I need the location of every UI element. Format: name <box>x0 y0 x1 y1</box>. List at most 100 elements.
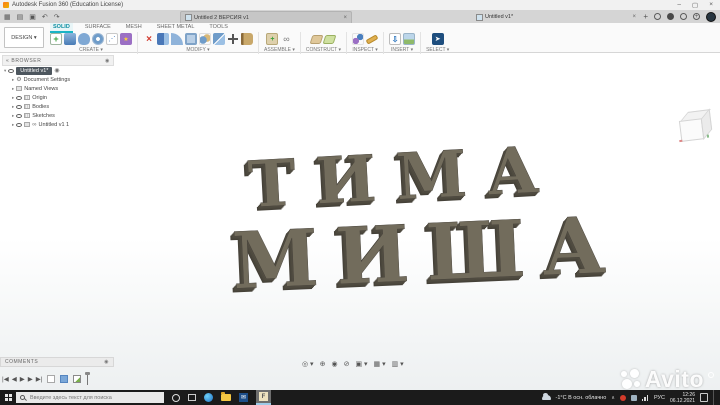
shell-icon[interactable] <box>185 33 197 45</box>
taskbar-clock[interactable]: 12:26 06.12.2021 <box>670 392 695 404</box>
viewports-icon[interactable]: ▥ ▾ <box>392 361 404 368</box>
timeline-feature-1[interactable] <box>47 375 56 383</box>
group-insert-label[interactable]: INSERT ▾ <box>391 47 413 53</box>
joint-icon[interactable]: ∞ <box>280 33 292 45</box>
group-create-label[interactable]: CREATE ▾ <box>79 47 103 53</box>
combine-icon[interactable] <box>199 33 211 45</box>
press-pull-icon[interactable] <box>157 33 169 45</box>
browser-collapse-icon[interactable]: « <box>6 58 9 64</box>
grid-snaps-icon[interactable]: ▦ ▾ <box>374 361 386 368</box>
appearance-icon[interactable] <box>241 33 253 45</box>
antivirus-tray-icon[interactable] <box>619 394 626 401</box>
browser-row-sketches[interactable]: ▸ Sketches <box>2 111 114 120</box>
browser-row-linked-component[interactable]: ▸ ∞ Untitled v1 1 <box>2 120 114 129</box>
visibility-eye-icon[interactable] <box>8 68 15 73</box>
group-select-label[interactable]: SELECT ▾ <box>426 47 449 53</box>
mail-app-icon[interactable]: ✉ <box>239 393 248 402</box>
zoom-icon[interactable]: ⊘ <box>344 361 350 368</box>
close-button[interactable]: × <box>709 1 713 9</box>
comments-expand-icon[interactable]: ◉ <box>104 359 109 365</box>
view-cube[interactable] <box>674 107 719 152</box>
delete-icon[interactable]: × <box>143 33 155 45</box>
tab-close-icon[interactable]: × <box>632 14 636 20</box>
fusion360-taskbar-button-active[interactable]: F <box>256 390 271 405</box>
group-inspect-label[interactable]: INSPECT ▾ <box>352 47 377 53</box>
redo-icon[interactable]: ↷ <box>54 13 60 21</box>
job-status-icon[interactable] <box>654 13 661 20</box>
orbit-icon[interactable]: ◎ ▾ <box>302 361 314 368</box>
create-sketch-icon[interactable]: + <box>50 33 62 45</box>
measure-icon[interactable] <box>352 33 365 45</box>
expand-icon[interactable]: ▸ <box>12 113 14 119</box>
expand-icon[interactable]: ▾ <box>4 68 6 74</box>
browser-root-row[interactable]: ▾ Untitled v1* ◉ <box>2 66 114 75</box>
document-tab-2-active[interactable]: Untitled v1* × <box>472 11 640 23</box>
timeline-step-forward-icon[interactable]: ▶ <box>28 375 33 383</box>
cortana-icon[interactable] <box>172 393 180 402</box>
undo-icon[interactable]: ↶ <box>42 13 48 21</box>
action-center-icon[interactable] <box>700 393 708 402</box>
weather-widget[interactable]: -1°C В осн. облачно <box>556 395 607 401</box>
3d-text-misha[interactable]: МИША <box>230 199 624 307</box>
timeline-step-back-icon[interactable]: ◀ <box>12 375 17 383</box>
group-modify-label[interactable]: MODIFY ▾ <box>186 47 209 53</box>
timeline-position-marker[interactable] <box>85 372 91 385</box>
language-indicator[interactable]: РУС <box>654 395 665 401</box>
look-at-icon[interactable]: ⊕ <box>320 361 326 368</box>
expand-icon[interactable]: ▸ <box>12 95 14 101</box>
timeline-feature-sketch[interactable] <box>73 375 82 383</box>
network-signal-icon[interactable] <box>641 394 649 401</box>
new-component-icon[interactable]: + <box>266 33 279 45</box>
browser-header[interactable]: « BROWSER ◉ <box>2 55 114 66</box>
task-view-icon[interactable] <box>188 394 196 401</box>
move-copy-icon[interactable] <box>227 33 239 45</box>
select-tool-icon[interactable]: ➤ <box>431 33 444 45</box>
visibility-eye-icon[interactable] <box>16 104 23 109</box>
expand-icon[interactable]: ▸ <box>12 86 14 92</box>
timeline-go-start-icon[interactable]: |◀ <box>2 375 9 383</box>
timeline-feature-2-selected[interactable] <box>60 375 69 383</box>
file-explorer-icon[interactable] <box>221 392 231 401</box>
notification-bell-icon[interactable] <box>680 13 687 20</box>
hidden-icons-chevron[interactable]: ∧ <box>611 395 615 401</box>
comments-bar[interactable]: COMMENTS ◉ <box>0 357 114 367</box>
group-construct-label[interactable]: CONSTRUCT ▾ <box>306 47 341 53</box>
extrude-icon[interactable] <box>64 33 76 45</box>
timeline-play-icon[interactable]: ▶ <box>20 375 25 383</box>
maximize-button[interactable]: ▢ <box>692 1 698 9</box>
primitive-box-icon[interactable]: ★ <box>120 33 132 45</box>
timeline-go-end-icon[interactable]: ▶| <box>36 375 43 383</box>
spline-icon[interactable]: ⋰ <box>106 33 118 45</box>
section-analysis-icon[interactable] <box>365 33 379 45</box>
root-options-icon[interactable]: ◉ <box>54 68 59 74</box>
form-icon[interactable] <box>78 33 90 45</box>
start-button[interactable] <box>0 390 16 405</box>
expand-icon[interactable]: ▸ <box>12 122 14 128</box>
split-body-icon[interactable] <box>213 33 225 45</box>
edge-browser-icon[interactable] <box>204 393 213 402</box>
app-menu-icon[interactable]: ▦ <box>4 13 11 21</box>
canvas-image-icon[interactable] <box>403 33 416 45</box>
browser-row-origin[interactable]: ▸ Origin <box>2 93 114 102</box>
help-icon[interactable]: + <box>693 13 700 20</box>
document-tab-1[interactable]: Untitled 2 ВЕРСИЯ v1 × <box>180 11 352 23</box>
minimize-button[interactable]: – <box>677 1 681 9</box>
browser-settings-icon[interactable]: ◉ <box>105 58 110 64</box>
extensions-icon[interactable] <box>667 13 674 20</box>
insert-derive-icon[interactable]: ⇩ <box>389 33 402 45</box>
tab-close-icon[interactable]: × <box>343 15 347 21</box>
display-settings-icon[interactable]: ▣ ▾ <box>355 361 367 368</box>
visibility-eye-icon[interactable] <box>16 122 23 127</box>
browser-row-named-views[interactable]: ▸ Named Views <box>2 84 114 93</box>
group-assemble-label[interactable]: ASSEMBLE ▾ <box>264 47 295 53</box>
weather-cloud-icon[interactable] <box>541 393 551 400</box>
save-icon[interactable]: ▣ <box>29 13 36 21</box>
file-menu-icon[interactable]: ▤ <box>17 13 24 21</box>
new-tab-icon[interactable]: + <box>643 12 648 21</box>
root-document-name[interactable]: Untitled v1* <box>16 66 53 75</box>
expand-icon[interactable]: ▸ <box>12 77 14 83</box>
onedrive-tray-icon[interactable] <box>630 394 637 401</box>
browser-row-document-settings[interactable]: ▸ ⚙ Document Settings <box>2 75 114 84</box>
expand-icon[interactable]: ▸ <box>12 104 14 110</box>
browser-row-bodies[interactable]: ▸ Bodies <box>2 102 114 111</box>
